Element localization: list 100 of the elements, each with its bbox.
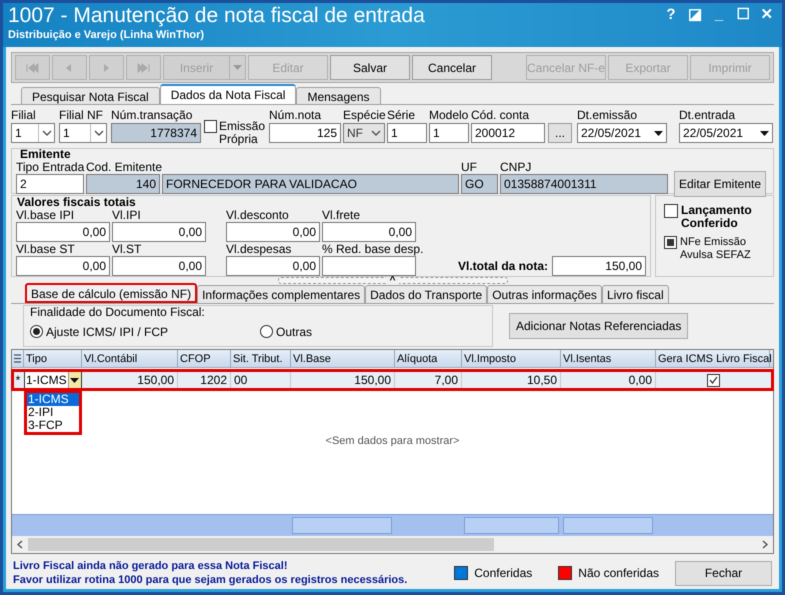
dropdown[interactable]: 1 bbox=[59, 123, 107, 143]
dropdown-option[interactable]: 1-ICMS bbox=[27, 393, 79, 406]
dropdown[interactable]: 1-ICMS bbox=[24, 370, 82, 390]
checkbox[interactable] bbox=[664, 236, 677, 249]
first-record-icon bbox=[25, 62, 40, 72]
caret-icon bbox=[760, 130, 768, 136]
field-label: Dt.entrada bbox=[679, 108, 736, 123]
maximize-button[interactable]: ☐ bbox=[734, 6, 752, 24]
column-header[interactable]: Vl.Imposto bbox=[462, 350, 561, 367]
close-button[interactable]: ✕ bbox=[758, 6, 776, 24]
column-header[interactable]: Gera ICMS Livro Fiscal bbox=[656, 350, 770, 367]
checkbox[interactable] bbox=[204, 120, 217, 133]
field-label: Cod. Emitente bbox=[86, 160, 162, 174]
radio-label: Ajuste ICMS/ IPI / FCP bbox=[46, 324, 168, 340]
minimize-button[interactable]: _ bbox=[710, 6, 728, 24]
column-header[interactable]: Tipo bbox=[24, 350, 82, 367]
dropdown[interactable]: 1 bbox=[11, 123, 55, 143]
input-field[interactable]: 1 bbox=[429, 123, 469, 143]
tab[interactable]: Base de cálculo (emissão NF) bbox=[25, 283, 198, 303]
field-label: Cód. conta bbox=[471, 108, 530, 123]
dropdown-option[interactable]: 2-IPI bbox=[27, 406, 79, 419]
input-field[interactable]: 125 bbox=[269, 123, 341, 143]
column-chooser-icon bbox=[14, 354, 21, 363]
tab[interactable]: Dados do Transporte bbox=[365, 285, 488, 303]
table-cell: 150,00 bbox=[82, 370, 178, 390]
tab[interactable]: Outras informações bbox=[487, 285, 602, 303]
total-label: Vl.total da nota: bbox=[458, 258, 548, 275]
close-button[interactable]: Fechar bbox=[675, 560, 772, 586]
field-label: % Red. base desp. bbox=[322, 242, 424, 256]
radio-label: Outras bbox=[276, 324, 312, 340]
date-field[interactable]: 22/05/2021 bbox=[577, 123, 667, 143]
tab[interactable]: Mensagens bbox=[296, 87, 380, 104]
help-button[interactable]: ? bbox=[662, 6, 680, 24]
field-label: Modelo bbox=[429, 108, 470, 123]
checkbox[interactable] bbox=[706, 374, 720, 386]
input-field[interactable]: 0,00 bbox=[112, 222, 206, 242]
column-header[interactable]: CFOP bbox=[178, 350, 231, 367]
date-field[interactable]: 22/05/2021 bbox=[679, 123, 773, 143]
input-field[interactable]: 0,00 bbox=[322, 222, 416, 242]
table-row[interactable]: * 1-ICMS 150,00 1202 00 150,00 7,00 10,50 0,00 bbox=[12, 370, 773, 390]
chevron-icon bbox=[42, 130, 52, 136]
table-cell: 150,00 bbox=[291, 370, 395, 390]
chevron-icon bbox=[371, 130, 381, 136]
input-field[interactable]: 0,00 bbox=[112, 256, 206, 276]
dropdown-option[interactable]: 3-FCP bbox=[27, 419, 79, 432]
tab[interactable]: Informações complementares bbox=[197, 285, 366, 303]
input-field[interactable]: 0,00 bbox=[226, 256, 320, 276]
restore-button[interactable]: ◪ bbox=[686, 6, 704, 24]
field-label: Vl.IPI bbox=[112, 208, 142, 222]
toolbar-button[interactable]: Salvar bbox=[330, 55, 410, 80]
radio-button[interactable] bbox=[260, 325, 273, 338]
readonly-field[interactable]: FORNECEDOR PARA VALIDACAO bbox=[162, 174, 459, 194]
readonly-field[interactable]: 1778374 bbox=[111, 123, 201, 143]
scrollbar-thumb[interactable] bbox=[28, 538, 494, 551]
checkbox-label: NFe Emissão Avulsa SEFAZ bbox=[680, 236, 752, 262]
checkbox-label: Emissão Própria bbox=[219, 120, 266, 146]
checkbox-label: Lançamento Conferido bbox=[681, 204, 753, 230]
caret-icon bbox=[70, 378, 80, 382]
field-label: CNPJ bbox=[500, 160, 532, 174]
field-label: Vl.base IPI bbox=[16, 208, 76, 222]
readonly-field[interactable]: 01358874001311 bbox=[500, 174, 668, 194]
readonly-field[interactable]: GO bbox=[461, 174, 498, 194]
table-cell: 10,50 bbox=[462, 370, 561, 390]
horizontal-scrollbar[interactable] bbox=[12, 536, 773, 553]
tab[interactable]: Dados da Nota Fiscal bbox=[160, 84, 296, 104]
tab[interactable]: Pesquisar Nota Fiscal bbox=[21, 87, 160, 104]
input-field[interactable]: 0,00 bbox=[16, 256, 110, 276]
column-header[interactable]: Vl.Isentas bbox=[561, 350, 656, 367]
splitter-handle[interactable]: ^ bbox=[278, 277, 508, 284]
input-field[interactable]: 0,00 bbox=[16, 222, 110, 242]
column-header[interactable]: Vl.Contábil bbox=[82, 350, 178, 367]
column-header[interactable]: Sit. Tribut. bbox=[231, 350, 291, 367]
input-field[interactable]: 150,00 bbox=[552, 256, 646, 276]
add-button[interactable]: Adicionar Notas Referenciadas bbox=[509, 312, 688, 338]
column-header[interactable]: Alíquota bbox=[395, 350, 462, 367]
tab[interactable]: Livro fiscal bbox=[602, 285, 669, 303]
input-field[interactable]: 200012 bbox=[471, 123, 545, 143]
field-label: Vl.frete bbox=[322, 208, 362, 222]
field-label: Série bbox=[387, 108, 416, 123]
input-field[interactable]: 0,00 bbox=[226, 222, 320, 242]
radio-button[interactable] bbox=[30, 325, 43, 338]
input-field[interactable]: 1 bbox=[387, 123, 427, 143]
group-title: Emitente bbox=[19, 149, 72, 160]
input-field[interactable]: 2 bbox=[16, 174, 84, 194]
status-message: Favor utilizar rotina 1000 para que sejam gerados os registros necessários. bbox=[13, 573, 408, 587]
browse-button[interactable]: ... bbox=[548, 123, 572, 143]
caret-icon bbox=[233, 65, 242, 70]
column-header[interactable]: Vl.Base bbox=[291, 350, 395, 367]
checkbox[interactable] bbox=[664, 204, 678, 218]
status-message: Livro Fiscal ainda não gerado para essa Nota Fiscal! bbox=[13, 559, 288, 573]
readonly-field[interactable]: 140 bbox=[86, 174, 160, 194]
table-cell: 0,00 bbox=[561, 370, 656, 390]
group-title: Finalidade do Documento Fiscal: bbox=[30, 306, 206, 318]
edit-button[interactable]: Editar Emitente bbox=[674, 171, 766, 197]
field-label: Vl.ST bbox=[112, 242, 142, 256]
toolbar-button[interactable]: Cancelar bbox=[412, 55, 492, 80]
input-field[interactable] bbox=[322, 256, 416, 276]
field-label: Filial NF bbox=[59, 108, 104, 123]
field-label: Vl.desconto bbox=[226, 208, 290, 222]
field-label: Núm.nota bbox=[269, 108, 322, 123]
